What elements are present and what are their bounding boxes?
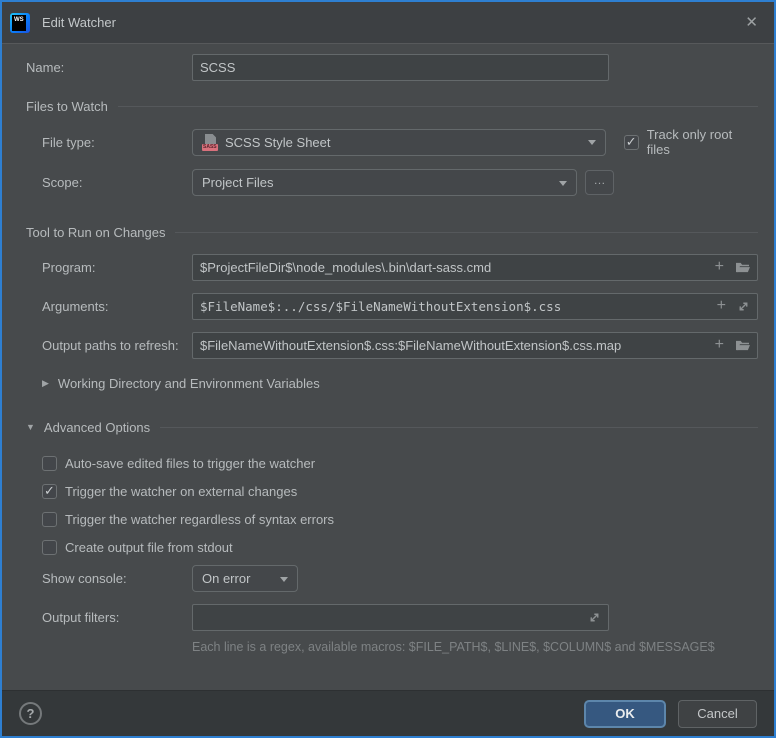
cancel-button[interactable]: Cancel	[678, 700, 757, 728]
syntax-errors-checkbox[interactable]: ✓	[42, 512, 57, 527]
expand-icon[interactable]	[737, 300, 750, 313]
show-console-select[interactable]: On error	[192, 565, 298, 592]
show-console-row: Show console: On error	[2, 565, 774, 592]
checkbox-row-stdout: ✓ Create output file from stdout	[2, 537, 774, 557]
checkbox-row-external-changes: ✓ Trigger the watcher on external change…	[2, 481, 774, 501]
track-root-files-checkbox[interactable]: ✓	[624, 135, 639, 150]
dialog-title: Edit Watcher	[42, 15, 116, 30]
chevron-down-icon: ▼	[26, 422, 35, 432]
arguments-input[interactable]	[200, 299, 706, 314]
checkbox-label: Auto-save edited files to trigger the wa…	[65, 456, 315, 471]
tool-section-title: Tool to Run on Changes	[26, 225, 165, 240]
section-divider	[160, 427, 758, 428]
checkbox-label: Create output file from stdout	[65, 540, 233, 555]
dialog-footer: ? OK Cancel	[2, 690, 774, 736]
checkbox-row-syntax-errors: ✓ Trigger the watcher regardless of synt…	[2, 509, 774, 529]
tool-section-header: Tool to Run on Changes	[2, 223, 774, 241]
insert-macro-icon[interactable]: +	[715, 337, 724, 353]
program-row: Program: +	[2, 254, 774, 281]
browse-folder-icon[interactable]	[735, 261, 750, 274]
output-filters-input[interactable]	[200, 610, 577, 625]
checkbox-label: Trigger the watcher regardless of syntax…	[65, 512, 334, 527]
check-icon: ✓	[44, 484, 55, 497]
files-section-title: Files to Watch	[26, 99, 108, 114]
section-divider	[175, 232, 758, 233]
dialog-body: Name: Files to Watch File type: SASS SCS…	[2, 44, 774, 690]
close-icon[interactable]: ✕	[741, 13, 762, 32]
show-console-value: On error	[202, 571, 250, 586]
scope-value: Project Files	[202, 175, 274, 190]
output-filters-label: Output filters:	[26, 610, 192, 625]
check-icon: ✓	[626, 135, 637, 148]
track-root-files-label: Track only root files	[647, 127, 758, 157]
edit-watcher-dialog: WS Edit Watcher ✕ Name: Files to Watch F…	[0, 0, 776, 738]
program-input[interactable]	[200, 260, 704, 275]
stdout-checkbox[interactable]: ✓	[42, 540, 57, 555]
output-filters-row: Output filters:	[2, 604, 774, 631]
arguments-row: Arguments: +	[2, 293, 774, 320]
chevron-right-icon: ▶	[42, 378, 49, 389]
insert-macro-icon[interactable]: +	[717, 298, 726, 314]
scope-row: Scope: Project Files …	[2, 169, 774, 196]
ok-button[interactable]: OK	[584, 700, 666, 728]
output-paths-input[interactable]	[200, 338, 704, 353]
output-paths-field-wrap: +	[192, 332, 758, 359]
external-changes-checkbox[interactable]: ✓	[42, 484, 57, 499]
chevron-down-icon	[559, 181, 567, 190]
autosave-checkbox[interactable]: ✓	[42, 456, 57, 471]
program-field-wrap: +	[192, 254, 758, 281]
output-filters-field-wrap	[192, 604, 609, 631]
name-input[interactable]	[200, 60, 601, 75]
advanced-section-title: Advanced Options	[44, 420, 150, 435]
browse-folder-icon[interactable]	[735, 339, 750, 352]
name-label: Name:	[26, 60, 192, 75]
show-console-label: Show console:	[26, 571, 192, 586]
file-type-row: File type: SASS SCSS Style Sheet ✓ Track…	[2, 127, 774, 157]
scope-browse-button[interactable]: …	[585, 170, 614, 195]
output-filters-hint: Each line is a regex, available macros: …	[2, 640, 774, 654]
working-dir-toggle[interactable]: ▶ Working Directory and Environment Vari…	[2, 373, 774, 393]
insert-macro-icon[interactable]: +	[715, 259, 724, 275]
file-type-value: SCSS Style Sheet	[225, 135, 331, 150]
working-dir-label: Working Directory and Environment Variab…	[58, 376, 320, 391]
program-label: Program:	[26, 260, 192, 275]
output-paths-row: Output paths to refresh: +	[2, 332, 774, 359]
scope-select[interactable]: Project Files	[192, 169, 577, 196]
checkbox-row-autosave: ✓ Auto-save edited files to trigger the …	[2, 453, 774, 473]
arguments-field-wrap: +	[192, 293, 758, 320]
chevron-down-icon	[280, 577, 288, 586]
chevron-down-icon	[588, 140, 596, 149]
name-row: Name:	[2, 54, 774, 81]
expand-icon[interactable]	[588, 611, 601, 624]
arguments-label: Arguments:	[26, 299, 192, 314]
name-field-wrap	[192, 54, 609, 81]
scope-label: Scope:	[26, 175, 192, 190]
output-paths-label: Output paths to refresh:	[26, 338, 192, 353]
help-button[interactable]: ?	[19, 702, 42, 725]
section-divider	[118, 106, 758, 107]
scss-file-icon: SASS	[202, 134, 218, 151]
checkbox-label: Trigger the watcher on external changes	[65, 484, 297, 499]
file-type-label: File type:	[26, 135, 192, 150]
titlebar: WS Edit Watcher ✕	[2, 2, 774, 44]
webstorm-badge: WS	[12, 15, 26, 31]
file-type-select[interactable]: SASS SCSS Style Sheet	[192, 129, 606, 156]
webstorm-icon: WS	[10, 13, 30, 33]
files-section-header: Files to Watch	[2, 97, 774, 115]
advanced-section-header[interactable]: ▼ Advanced Options	[2, 418, 774, 436]
